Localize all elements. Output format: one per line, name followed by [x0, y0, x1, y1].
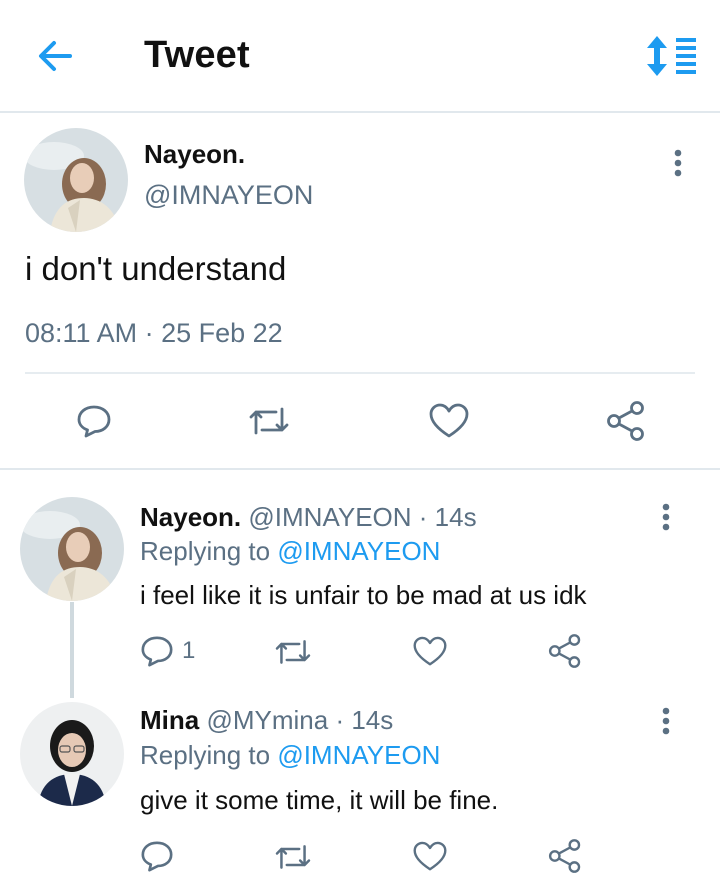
- avatar-image: [24, 128, 128, 232]
- share-icon: [548, 634, 581, 668]
- reply-count: 1: [182, 637, 196, 664]
- more-vertical-icon: [662, 503, 670, 531]
- divider: [25, 372, 695, 374]
- reply-icon: [77, 405, 111, 438]
- reply-icon: [141, 841, 173, 872]
- reply-header: Mina @MYmina · 14s: [140, 705, 393, 736]
- retweet-icon: [249, 407, 289, 435]
- page-title: Tweet: [144, 34, 250, 76]
- share-button[interactable]: [548, 634, 582, 668]
- more-vertical-icon: [662, 707, 670, 735]
- share-button[interactable]: [606, 401, 646, 441]
- more-options-button[interactable]: [659, 502, 673, 536]
- reply-button[interactable]: 1: [140, 634, 195, 668]
- share-icon: [548, 839, 581, 873]
- like-icon: [413, 841, 447, 871]
- replying-to-label: Replying to: [140, 740, 278, 770]
- avatar[interactable]: [20, 497, 124, 601]
- replying-to-link[interactable]: @IMNAYEON: [277, 740, 440, 770]
- reply-text: give it some time, it will be fine.: [140, 785, 499, 815]
- reply-header: Nayeon. @IMNAYEON · 14s: [140, 502, 477, 533]
- like-icon: [413, 636, 447, 666]
- like-button[interactable]: [413, 841, 447, 872]
- tweet-text: i don't understand: [25, 250, 287, 287]
- more-vertical-icon: [674, 149, 682, 177]
- reply-author-name[interactable]: Mina: [140, 705, 199, 735]
- share-icon: [607, 401, 644, 441]
- arrow-left-icon: [39, 41, 72, 71]
- author-handle[interactable]: @IMNAYEON: [144, 180, 313, 211]
- reply-meta: @MYmina · 14s: [206, 705, 394, 735]
- thread-line: [70, 602, 74, 698]
- retweet-icon: [275, 640, 311, 664]
- reply-author-name[interactable]: Nayeon.: [140, 502, 241, 532]
- replying-to: Replying to @IMNAYEON: [140, 536, 440, 567]
- replying-to-link[interactable]: @IMNAYEON: [277, 536, 440, 566]
- like-button[interactable]: [413, 636, 447, 667]
- avatar-image: [20, 497, 124, 601]
- share-button[interactable]: [548, 839, 582, 873]
- more-options-button[interactable]: [671, 148, 685, 182]
- author-name[interactable]: Nayeon.: [144, 139, 245, 170]
- reply-button[interactable]: [140, 839, 174, 873]
- retweet-button[interactable]: [274, 841, 312, 873]
- tweet-timestamp: 08:11 AM · 25 Feb 22: [25, 318, 283, 348]
- top-bar: Tweet: [0, 0, 720, 113]
- avatar[interactable]: [24, 128, 128, 232]
- retweet-icon: [275, 845, 311, 869]
- reply-meta: @IMNAYEON · 14s: [248, 502, 477, 532]
- like-icon: [429, 403, 469, 438]
- reply-text: i feel like it is unfair to be mad at us…: [140, 580, 587, 610]
- sort-button[interactable]: [645, 34, 701, 78]
- divider: [0, 468, 720, 470]
- retweet-button[interactable]: [248, 403, 290, 439]
- sort-icon: [647, 36, 696, 76]
- retweet-button[interactable]: [274, 636, 312, 668]
- reply-button[interactable]: [76, 403, 112, 439]
- reply-icon: [141, 636, 173, 667]
- more-options-button[interactable]: [659, 706, 673, 740]
- replying-to: Replying to @IMNAYEON: [140, 740, 440, 771]
- replying-to-label: Replying to: [140, 536, 278, 566]
- like-button[interactable]: [429, 403, 469, 439]
- avatar[interactable]: [20, 702, 124, 806]
- back-button[interactable]: [34, 36, 78, 76]
- avatar-image: [20, 702, 124, 806]
